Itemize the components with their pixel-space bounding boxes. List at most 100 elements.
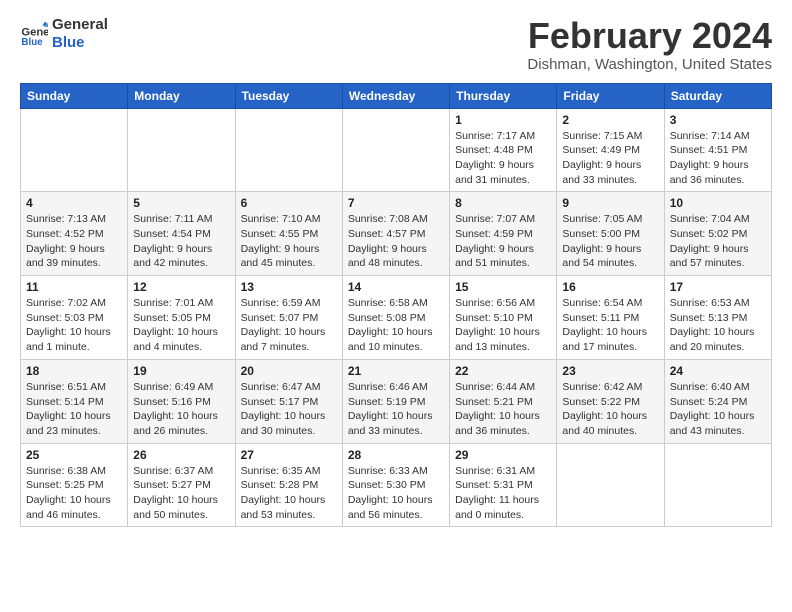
day-number: 14 — [348, 280, 444, 294]
day-number: 17 — [670, 280, 766, 294]
calendar-cell: 23Sunrise: 6:42 AM Sunset: 5:22 PM Dayli… — [557, 359, 664, 443]
day-number: 20 — [241, 364, 337, 378]
day-info: Sunrise: 7:14 AM Sunset: 4:51 PM Dayligh… — [670, 129, 766, 188]
day-info: Sunrise: 7:01 AM Sunset: 5:05 PM Dayligh… — [133, 296, 229, 355]
weekday-header-monday: Monday — [128, 83, 235, 108]
day-info: Sunrise: 7:15 AM Sunset: 4:49 PM Dayligh… — [562, 129, 658, 188]
day-info: Sunrise: 6:54 AM Sunset: 5:11 PM Dayligh… — [562, 296, 658, 355]
calendar-cell — [128, 108, 235, 192]
logo: General Blue General Blue — [20, 16, 108, 52]
calendar-cell: 5Sunrise: 7:11 AM Sunset: 4:54 PM Daylig… — [128, 192, 235, 276]
calendar-cell: 27 Sunrise: 6:35 AM Sunset: 5:28 PM Dayli… — [235, 443, 342, 527]
calendar-cell: 8 Sunrise: 7:07 AM Sunset: 4:59 PM Daylig… — [450, 192, 557, 276]
day-number: 8 — [455, 196, 551, 210]
weekday-header-friday: Friday — [557, 83, 664, 108]
day-number: 26 — [133, 448, 229, 462]
day-info: Sunrise: 6:38 AM Sunset: 5:25 PM Dayligh… — [26, 464, 122, 523]
day-info: Sunrise: 7:02 AM Sunset: 5:03 PM Dayligh… — [26, 296, 122, 355]
calendar-cell: 25 Sunrise: 6:38 AM Sunset: 5:25 PM Dayli… — [21, 443, 128, 527]
calendar-cell: 13 Sunrise: 6:59 AM Sunset: 5:07 PM Dayli… — [235, 276, 342, 360]
calendar-cell: 6 Sunrise: 7:10 AM Sunset: 4:55 PM Daylig… — [235, 192, 342, 276]
day-number: 4 — [26, 196, 122, 210]
day-number: 21 — [348, 364, 444, 378]
day-info: Sunrise: 6:59 AM Sunset: 5:07 PM Dayligh… — [241, 296, 337, 355]
day-info: Sunrise: 6:33 AM Sunset: 5:30 PM Dayligh… — [348, 464, 444, 523]
day-number: 3 — [670, 113, 766, 127]
day-info: Sunrise: 7:17 AM Sunset: 4:48 PM Dayligh… — [455, 129, 551, 188]
calendar-cell — [664, 443, 771, 527]
weekday-header-wednesday: Wednesday — [342, 83, 449, 108]
day-number: 15 — [455, 280, 551, 294]
calendar-cell: 26 Sunrise: 6:37 AM Sunset: 5:27 PM Dayli… — [128, 443, 235, 527]
day-info: Sunrise: 7:08 AM Sunset: 4:57 PM Dayligh… — [348, 212, 444, 271]
day-number: 10 — [670, 196, 766, 210]
location-subtitle: Dishman, Washington, United States — [527, 56, 772, 73]
day-info: Sunrise: 6:40 AM Sunset: 5:24 PM Dayligh… — [670, 380, 766, 439]
calendar-cell: 22 Sunrise: 6:44 AM Sunset: 5:21 PM Dayli… — [450, 359, 557, 443]
calendar-cell: 15 Sunrise: 6:56 AM Sunset: 5:10 PM Dayli… — [450, 276, 557, 360]
day-number: 5 — [133, 196, 229, 210]
calendar-cell: 12 Sunrise: 7:01 AM Sunset: 5:05 PM Dayli… — [128, 276, 235, 360]
calendar-cell: 28 Sunrise: 6:33 AM Sunset: 5:30 PM Dayli… — [342, 443, 449, 527]
day-info: Sunrise: 6:58 AM Sunset: 5:08 PM Dayligh… — [348, 296, 444, 355]
calendar-cell — [21, 108, 128, 192]
day-number: 18 — [26, 364, 122, 378]
day-number: 27 — [241, 448, 337, 462]
calendar-cell: 3 Sunrise: 7:14 AM Sunset: 4:51 PM Daylig… — [664, 108, 771, 192]
logo-icon: General Blue — [20, 20, 48, 48]
day-info: Sunrise: 6:42 AM Sunset: 5:22 PM Dayligh… — [562, 380, 658, 439]
calendar-cell: 17 Sunrise: 6:53 AM Sunset: 5:13 PM Dayli… — [664, 276, 771, 360]
month-year-title: February 2024 — [527, 16, 772, 56]
calendar-cell: 4 Sunrise: 7:13 AM Sunset: 4:52 PM Daylig… — [21, 192, 128, 276]
day-number: 2 — [562, 113, 658, 127]
day-info: Sunrise: 6:51 AM Sunset: 5:14 PM Dayligh… — [26, 380, 122, 439]
day-number: 22 — [455, 364, 551, 378]
day-info: Sunrise: 6:46 AM Sunset: 5:19 PM Dayligh… — [348, 380, 444, 439]
logo-blue: Blue — [52, 34, 108, 52]
calendar-cell: 7Sunrise: 7:08 AM Sunset: 4:57 PM Daylig… — [342, 192, 449, 276]
page-header: General Blue General Blue February 2024 … — [20, 16, 772, 73]
day-number: 11 — [26, 280, 122, 294]
calendar-cell: 14 Sunrise: 6:58 AM Sunset: 5:08 PM Dayli… — [342, 276, 449, 360]
day-info: Sunrise: 7:07 AM Sunset: 4:59 PM Dayligh… — [455, 212, 551, 271]
day-info: Sunrise: 6:49 AM Sunset: 5:16 PM Dayligh… — [133, 380, 229, 439]
calendar-cell: 19 Sunrise: 6:49 AM Sunset: 5:16 PM Dayli… — [128, 359, 235, 443]
day-number: 6 — [241, 196, 337, 210]
calendar-cell: 18 Sunrise: 6:51 AM Sunset: 5:14 PM Dayli… — [21, 359, 128, 443]
calendar-cell — [342, 108, 449, 192]
weekday-header-sunday: Sunday — [21, 83, 128, 108]
day-number: 24 — [670, 364, 766, 378]
calendar-cell: 9Sunrise: 7:05 AM Sunset: 5:00 PM Daylig… — [557, 192, 664, 276]
day-number: 16 — [562, 280, 658, 294]
calendar-table: SundayMondayTuesdayWednesdayThursdayFrid… — [20, 83, 772, 528]
calendar-cell: 16 Sunrise: 6:54 AM Sunset: 5:11 PM Dayli… — [557, 276, 664, 360]
day-number: 13 — [241, 280, 337, 294]
day-info: Sunrise: 6:44 AM Sunset: 5:21 PM Dayligh… — [455, 380, 551, 439]
day-info: Sunrise: 6:53 AM Sunset: 5:13 PM Dayligh… — [670, 296, 766, 355]
day-info: Sunrise: 7:13 AM Sunset: 4:52 PM Dayligh… — [26, 212, 122, 271]
weekday-header-thursday: Thursday — [450, 83, 557, 108]
day-info: Sunrise: 7:04 AM Sunset: 5:02 PM Dayligh… — [670, 212, 766, 271]
calendar-cell: 10 Sunrise: 7:04 AM Sunset: 5:02 PM Dayli… — [664, 192, 771, 276]
day-info: Sunrise: 7:10 AM Sunset: 4:55 PM Dayligh… — [241, 212, 337, 271]
day-number: 12 — [133, 280, 229, 294]
week-row-5: 25 Sunrise: 6:38 AM Sunset: 5:25 PM Dayli… — [21, 443, 772, 527]
day-number: 19 — [133, 364, 229, 378]
calendar-cell: 21 Sunrise: 6:46 AM Sunset: 5:19 PM Dayli… — [342, 359, 449, 443]
weekday-header-tuesday: Tuesday — [235, 83, 342, 108]
day-info: Sunrise: 6:37 AM Sunset: 5:27 PM Dayligh… — [133, 464, 229, 523]
week-row-3: 11 Sunrise: 7:02 AM Sunset: 5:03 PM Dayli… — [21, 276, 772, 360]
calendar-cell: 29Sunrise: 6:31 AM Sunset: 5:31 PM Dayli… — [450, 443, 557, 527]
day-info: Sunrise: 6:35 AM Sunset: 5:28 PM Dayligh… — [241, 464, 337, 523]
day-info: Sunrise: 6:31 AM Sunset: 5:31 PM Dayligh… — [455, 464, 551, 523]
day-info: Sunrise: 6:56 AM Sunset: 5:10 PM Dayligh… — [455, 296, 551, 355]
week-row-2: 4 Sunrise: 7:13 AM Sunset: 4:52 PM Daylig… — [21, 192, 772, 276]
weekday-header-row: SundayMondayTuesdayWednesdayThursdayFrid… — [21, 83, 772, 108]
day-number: 1 — [455, 113, 551, 127]
day-info: Sunrise: 6:47 AM Sunset: 5:17 PM Dayligh… — [241, 380, 337, 439]
day-number: 25 — [26, 448, 122, 462]
day-number: 28 — [348, 448, 444, 462]
calendar-cell: 24 Sunrise: 6:40 AM Sunset: 5:24 PM Dayli… — [664, 359, 771, 443]
calendar-cell: 2 Sunrise: 7:15 AM Sunset: 4:49 PM Daylig… — [557, 108, 664, 192]
weekday-header-saturday: Saturday — [664, 83, 771, 108]
